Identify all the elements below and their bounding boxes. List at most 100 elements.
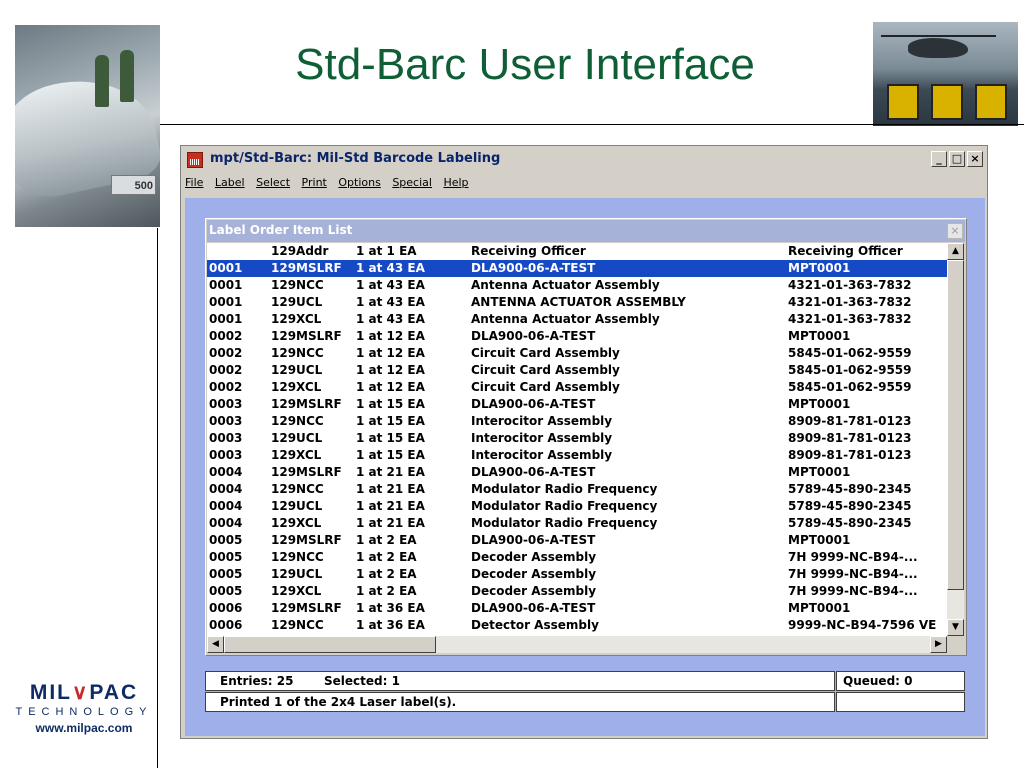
table-cell: MPT0001	[788, 601, 851, 615]
table-cell: 5845-01-062-9559	[788, 363, 912, 377]
scroll-up-button[interactable]: ▲	[947, 243, 964, 260]
table-cell: 1 at 12 EA	[356, 346, 425, 360]
crew-figure	[120, 50, 134, 102]
table-row[interactable]: 0004 129XCL 1 at 21 EA Modulator Radio Freq…	[207, 515, 947, 532]
window-titlebar[interactable]: mpt/Std-Barc: Mil-Std Barcode Labeling _…	[183, 148, 985, 172]
menu-file[interactable]: File	[185, 176, 203, 189]
table-row[interactable]: 0006 129MSLRF 1 at 36 EA DLA900-06-A-TEST MP…	[207, 600, 947, 617]
table-row[interactable]: 0005 129NCC 1 at 2 EA Decoder Assembly 7H 99…	[207, 549, 947, 566]
table-cell: 0005	[209, 533, 243, 547]
scroll-down-button[interactable]: ▼	[947, 619, 964, 636]
table-cell: 1 at 12 EA	[356, 363, 425, 377]
table-cell: 1 at 15 EA	[356, 414, 425, 428]
forklift-shape	[931, 84, 963, 120]
barcode-app-icon[interactable]	[187, 152, 203, 168]
table-cell: DLA900-06-A-TEST	[471, 465, 596, 479]
table-cell: 7H 9999-NC-B94-...	[788, 567, 918, 581]
item-list[interactable]: 129Addr 1 at 1 EA Receiving Officer Rece…	[207, 243, 947, 636]
minimize-button[interactable]: _	[931, 151, 947, 167]
table-row[interactable]: 0004 129UCL 1 at 21 EA Modulator Radio Freq…	[207, 498, 947, 515]
close-button[interactable]: ×	[967, 151, 983, 167]
window-title: mpt/Std-Barc: Mil-Std Barcode Labeling	[210, 151, 501, 166]
table-row[interactable]: 0002 129UCL 1 at 12 EA Circuit Card Assembl…	[207, 362, 947, 379]
table-cell: 4321-01-363-7832	[788, 312, 912, 326]
table-cell: 129NCC	[271, 346, 324, 360]
table-cell: 1 at 12 EA	[356, 380, 425, 394]
table-cell: 5789-45-890-2345	[788, 499, 912, 513]
table-row[interactable]: 0006 129NCC 1 at 36 EA Detector Assembly 999…	[207, 617, 947, 634]
table-cell: Detector Assembly	[471, 618, 599, 632]
table-row[interactable]: 0001 129MSLRF 1 at 43 EA DLA900-06-A-TEST MP…	[207, 260, 947, 277]
table-cell: 129NCC	[271, 618, 324, 632]
rotor-shape	[881, 35, 996, 37]
table-row[interactable]: 0002 129XCL 1 at 12 EA Circuit Card Assembl…	[207, 379, 947, 396]
table-row[interactable]: 0003 129UCL 1 at 15 EA Interocitor Assembly…	[207, 430, 947, 447]
maximize-button[interactable]: □	[949, 151, 965, 167]
table-row[interactable]: 0002 129MSLRF 1 at 12 EA DLA900-06-A-TEST MP…	[207, 328, 947, 345]
photo-sign: 500	[111, 175, 156, 195]
forklift-shape	[887, 84, 919, 120]
menu-select[interactable]: Select	[256, 176, 290, 189]
horizontal-scroll-thumb[interactable]	[224, 636, 436, 653]
table-cell: 0001	[209, 295, 243, 309]
header-cell: 1 at 1 EA	[356, 244, 417, 258]
menu-help[interactable]: Help	[443, 176, 468, 189]
logo-brand: MIL∨PAC	[14, 680, 154, 705]
table-cell: 0006	[209, 601, 243, 615]
table-cell: 129MSLRF	[271, 465, 342, 479]
table-cell: 4321-01-363-7832	[788, 278, 912, 292]
menu-options[interactable]: Options	[338, 176, 380, 189]
panel-title: Label Order Item List	[209, 223, 353, 237]
header-cell: 129Addr	[271, 244, 329, 258]
table-row[interactable]: 0005 129UCL 1 at 2 EA Decoder Assembly 7H 99…	[207, 566, 947, 583]
printed-message: Printed 1 of the 2x4 Laser label(s).	[220, 695, 457, 709]
table-cell: 5845-01-062-9559	[788, 380, 912, 394]
table-cell: 129XCL	[271, 516, 322, 530]
scroll-left-button[interactable]: ◀	[207, 636, 224, 653]
table-cell: 1 at 43 EA	[356, 312, 425, 326]
table-cell: 8909-81-781-0123	[788, 448, 912, 462]
table-cell: 129MSLRF	[271, 329, 342, 343]
scroll-right-button[interactable]: ▶	[930, 636, 947, 653]
table-cell: 0002	[209, 363, 243, 377]
table-row[interactable]: 0003 129NCC 1 at 15 EA Interocitor Assembly…	[207, 413, 947, 430]
logo-text-b: PAC	[89, 681, 139, 704]
vertical-scrollbar[interactable]: ▲ ▼	[947, 243, 964, 636]
table-cell: 129MSLRF	[271, 397, 342, 411]
slide-title: Std-Barc User Interface	[295, 40, 755, 89]
logo-text-a: MIL	[29, 681, 72, 704]
table-row[interactable]: 0001 129UCL 1 at 43 EA ANTENNA ACTUATOR ASS…	[207, 294, 947, 311]
selected-count: Selected: 1	[324, 674, 400, 688]
status-message: Printed 1 of the 2x4 Laser label(s).	[205, 692, 835, 712]
table-cell: 129XCL	[271, 448, 322, 462]
table-row[interactable]: 0005 129XCL 1 at 2 EA Decoder Assembly 7H 99…	[207, 583, 947, 600]
panel-close-button[interactable]: ×	[947, 223, 963, 239]
vertical-scroll-thumb[interactable]	[947, 260, 964, 590]
aircraft-carrier-photo: 500	[15, 25, 160, 227]
menu-label[interactable]: Label	[215, 176, 245, 189]
logo-tagline: TECHNOLOGY	[15, 706, 153, 718]
table-row[interactable]: 0001 129XCL 1 at 43 EA Antenna Actuator Ass…	[207, 311, 947, 328]
table-row[interactable]: 0005 129MSLRF 1 at 2 EA DLA900-06-A-TEST MPT…	[207, 532, 947, 549]
table-row[interactable]: 0004 129MSLRF 1 at 21 EA DLA900-06-A-TEST MP…	[207, 464, 947, 481]
table-cell: MPT0001	[788, 397, 851, 411]
table-cell: Modulator Radio Frequency	[471, 482, 658, 496]
table-row[interactable]: 0004 129NCC 1 at 21 EA Modulator Radio Freq…	[207, 481, 947, 498]
table-cell: 0006	[209, 618, 243, 632]
horizontal-scrollbar[interactable]: ◀ ▶	[207, 636, 947, 653]
table-cell: 0001	[209, 312, 243, 326]
table-row[interactable]: 0002 129NCC 1 at 12 EA Circuit Card Assembl…	[207, 345, 947, 362]
table-cell: 1 at 2 EA	[356, 533, 417, 547]
table-row[interactable]: 0001 129NCC 1 at 43 EA Antenna Actuator Ass…	[207, 277, 947, 294]
panel-titlebar[interactable]: Label Order Item List ×	[207, 220, 965, 242]
table-row[interactable]: 0003 129XCL 1 at 15 EA Interocitor Assembly…	[207, 447, 947, 464]
menu-special[interactable]: Special	[392, 176, 432, 189]
table-cell: 0001	[209, 261, 243, 275]
table-cell: 0004	[209, 465, 243, 479]
table-cell: 1 at 2 EA	[356, 567, 417, 581]
table-row[interactable]: 0003 129MSLRF 1 at 15 EA DLA900-06-A-TEST MP…	[207, 396, 947, 413]
table-cell: 0001	[209, 278, 243, 292]
table-cell: 0005	[209, 567, 243, 581]
menu-print[interactable]: Print	[302, 176, 327, 189]
table-cell: 0004	[209, 516, 243, 530]
